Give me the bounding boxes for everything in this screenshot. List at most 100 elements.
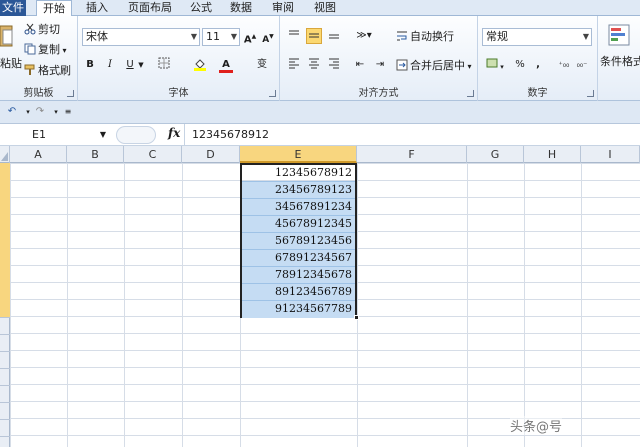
align-middle-icon[interactable] bbox=[306, 28, 322, 44]
wrap-text-label: 自动换行 bbox=[410, 30, 454, 43]
bold-button[interactable]: B bbox=[82, 57, 98, 73]
cut-button[interactable]: 剪切 bbox=[24, 22, 60, 38]
clipboard-group-title: 剪贴板 bbox=[23, 88, 54, 99]
name-box[interactable]: E1 ▼ bbox=[0, 126, 110, 144]
shrink-font-icon[interactable]: A▼ bbox=[260, 29, 276, 45]
format-painter-button[interactable]: 格式刷 bbox=[24, 63, 71, 79]
cell-E6[interactable]: 67891234567 bbox=[242, 250, 355, 267]
column-header[interactable]: G bbox=[467, 146, 524, 163]
gridline bbox=[67, 163, 68, 447]
cut-label: 剪切 bbox=[38, 23, 60, 36]
font-name-value: 宋体 bbox=[86, 30, 108, 43]
column-header[interactable]: B bbox=[67, 146, 124, 163]
conditional-format-icon[interactable] bbox=[608, 24, 630, 46]
tab-formulas[interactable]: 公式 bbox=[186, 0, 216, 16]
column-header[interactable]: F bbox=[357, 146, 467, 163]
font-name-select[interactable]: 宋体 ▼ bbox=[82, 28, 200, 46]
cell-E5[interactable]: 56789123456 bbox=[242, 233, 355, 250]
cell-E7[interactable]: 78912345678 bbox=[242, 267, 355, 284]
fill-color-icon[interactable] bbox=[192, 57, 208, 73]
paste-icon[interactable] bbox=[0, 24, 14, 54]
redo-icon[interactable]: ↷ bbox=[32, 104, 48, 120]
align-top-icon[interactable] bbox=[286, 28, 302, 44]
gridline bbox=[524, 163, 525, 447]
chevron-down-icon: ▼ bbox=[190, 32, 197, 41]
font-size-value: 11 bbox=[206, 30, 220, 43]
decrease-decimal-icon[interactable]: ₀₀⁻ bbox=[574, 57, 590, 73]
grow-font-icon[interactable]: A▲ bbox=[242, 29, 258, 45]
cell-grid[interactable]: 12345678912 23456789123 34567891234 4567… bbox=[10, 163, 640, 447]
cell-E1[interactable]: 12345678912 bbox=[242, 165, 355, 182]
decrease-indent-icon[interactable]: ⇤ bbox=[352, 57, 368, 73]
select-all-corner[interactable] bbox=[0, 146, 10, 163]
gridline bbox=[357, 163, 358, 447]
fill-handle[interactable] bbox=[354, 315, 359, 320]
border-icon[interactable] bbox=[156, 57, 172, 73]
tab-file[interactable]: 文件 bbox=[0, 0, 26, 16]
formula-input[interactable]: 12345678912 bbox=[192, 128, 269, 141]
phonetic-button[interactable]: 变 bbox=[254, 57, 270, 73]
currency-icon[interactable]: ▾ bbox=[484, 57, 506, 73]
tab-view[interactable]: 视图 bbox=[310, 0, 340, 16]
column-header[interactable]: A bbox=[10, 146, 67, 163]
tab-insert[interactable]: 插入 bbox=[80, 0, 114, 16]
clipboard-launcher-icon[interactable] bbox=[67, 90, 74, 97]
cell-E9[interactable]: 91234567789 bbox=[242, 301, 355, 318]
row-header[interactable] bbox=[0, 369, 10, 386]
font-size-select[interactable]: 11 ▼ bbox=[202, 28, 240, 46]
worksheet: A B C D E F G H I 12345678912 2345678912… bbox=[0, 146, 640, 447]
font-color-icon[interactable]: A bbox=[218, 57, 234, 73]
number-format-value: 常规 bbox=[486, 30, 508, 43]
cell-E4[interactable]: 45678912345 bbox=[242, 216, 355, 233]
tab-data[interactable]: 数据 bbox=[226, 0, 256, 16]
column-header[interactable]: H bbox=[524, 146, 581, 163]
merge-center-button[interactable]: 合并后居中 ▾ bbox=[396, 58, 472, 74]
row-header[interactable] bbox=[0, 403, 10, 420]
cell-E8[interactable]: 89123456789 bbox=[242, 284, 355, 301]
orientation-icon[interactable]: ≫▾ bbox=[352, 28, 376, 44]
tab-home[interactable]: 开始 bbox=[36, 0, 72, 17]
row-header-selected[interactable] bbox=[0, 163, 10, 318]
increase-indent-icon[interactable]: ⇥ bbox=[372, 57, 388, 73]
conditional-format-button[interactable]: 条件格式 bbox=[600, 54, 640, 70]
undo-icon[interactable]: ↶ bbox=[4, 104, 20, 120]
number-format-select[interactable]: 常规 ▼ bbox=[482, 28, 592, 46]
align-right-icon[interactable] bbox=[326, 57, 342, 73]
column-header[interactable]: C bbox=[124, 146, 182, 163]
row-header[interactable] bbox=[0, 386, 10, 403]
comma-button[interactable]: , bbox=[530, 57, 546, 73]
alignment-launcher-icon[interactable] bbox=[467, 90, 474, 97]
number-launcher-icon[interactable] bbox=[587, 90, 594, 97]
row-header[interactable] bbox=[0, 335, 10, 352]
align-left-icon[interactable] bbox=[286, 57, 302, 73]
copy-label: 复制 bbox=[38, 43, 60, 56]
increase-decimal-icon[interactable]: ⁺₀₀ bbox=[556, 57, 572, 73]
insert-function-icon[interactable]: fx bbox=[168, 126, 180, 140]
formula-controls bbox=[116, 126, 156, 144]
row-header[interactable] bbox=[0, 352, 10, 369]
percent-button[interactable]: % bbox=[512, 57, 528, 73]
row-headers bbox=[0, 163, 10, 447]
row-header[interactable] bbox=[0, 318, 10, 335]
tab-review[interactable]: 审阅 bbox=[268, 0, 298, 16]
chevron-down-icon: ▼ bbox=[99, 130, 106, 139]
align-bottom-icon[interactable] bbox=[326, 28, 342, 44]
column-header-selected[interactable]: E bbox=[240, 146, 357, 163]
align-center-icon[interactable] bbox=[306, 57, 322, 73]
column-headers: A B C D E F G H I bbox=[0, 146, 640, 163]
italic-button[interactable]: I bbox=[102, 57, 118, 73]
column-header[interactable]: I bbox=[581, 146, 640, 163]
tab-page-layout[interactable]: 页面布局 bbox=[122, 0, 178, 16]
paste-button[interactable]: 粘贴 bbox=[0, 56, 22, 72]
column-header[interactable]: D bbox=[182, 146, 240, 163]
chevron-down-icon[interactable]: ▼ bbox=[136, 57, 146, 73]
cell-E3[interactable]: 34567891234 bbox=[242, 199, 355, 216]
merge-center-label: 合并后居中 bbox=[410, 59, 465, 72]
selection-range[interactable]: 12345678912 23456789123 34567891234 4567… bbox=[240, 163, 359, 320]
cell-E2[interactable]: 23456789123 bbox=[242, 182, 355, 199]
row-header[interactable] bbox=[0, 420, 10, 437]
wrap-text-button[interactable]: 自动换行 bbox=[396, 29, 454, 45]
customize-toolbar-icon[interactable]: ≡ bbox=[60, 104, 76, 120]
copy-button[interactable]: 复制 ▾ bbox=[24, 42, 67, 58]
font-launcher-icon[interactable] bbox=[269, 90, 276, 97]
